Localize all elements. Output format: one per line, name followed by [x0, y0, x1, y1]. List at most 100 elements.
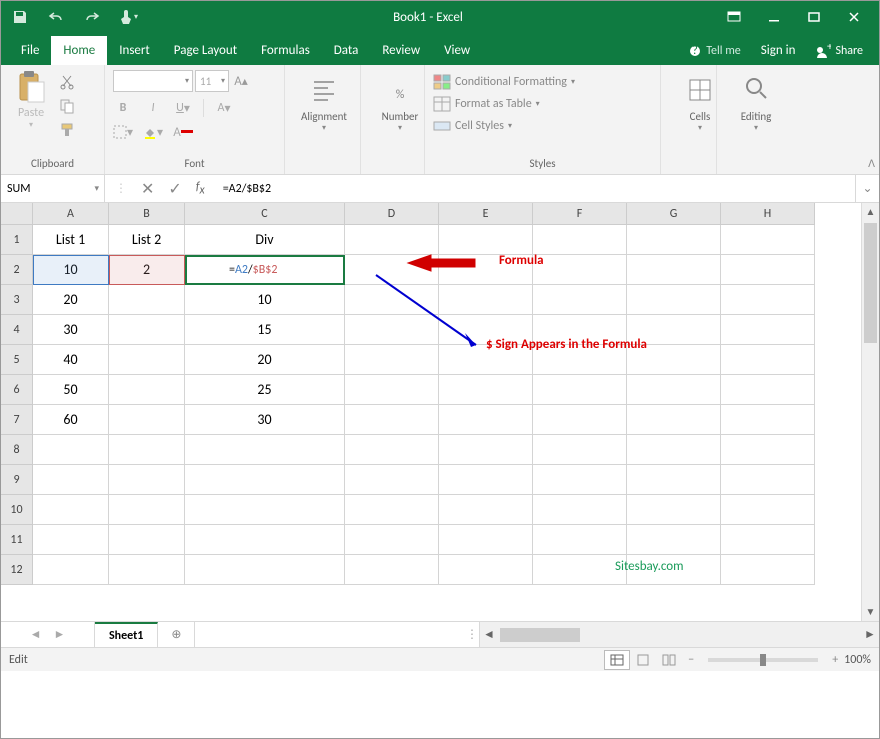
cell[interactable] [109, 345, 185, 375]
copy-icon[interactable] [57, 96, 77, 116]
tab-formulas[interactable]: Formulas [249, 36, 322, 65]
cell[interactable] [533, 465, 627, 495]
cell[interactable] [185, 495, 345, 525]
cell[interactable] [185, 435, 345, 465]
maximize-icon[interactable] [795, 3, 833, 31]
cell[interactable] [345, 315, 439, 345]
row-header[interactable]: 2 [1, 255, 33, 285]
cell[interactable] [345, 465, 439, 495]
cell[interactable] [721, 555, 815, 585]
cell[interactable] [345, 495, 439, 525]
minimize-icon[interactable] [755, 3, 793, 31]
cell[interactable] [345, 405, 439, 435]
enter-formula-icon[interactable]: ✓ [168, 179, 181, 199]
cell-C3[interactable]: 10 [185, 285, 345, 315]
cancel-formula-icon[interactable]: ✕ [141, 179, 154, 199]
cell[interactable] [109, 555, 185, 585]
cell[interactable] [627, 405, 721, 435]
cell[interactable] [185, 525, 345, 555]
column-header[interactable]: G [627, 203, 721, 225]
border-icon[interactable]: ▾ [113, 122, 133, 142]
cell[interactable] [33, 465, 109, 495]
new-sheet-icon[interactable]: ⊕ [158, 622, 194, 647]
expand-formula-bar-icon[interactable]: ⌄ [855, 175, 879, 202]
zoom-slider[interactable] [708, 658, 818, 662]
cell[interactable] [721, 225, 815, 255]
cell[interactable] [33, 555, 109, 585]
cell[interactable] [627, 465, 721, 495]
tab-file[interactable]: File [9, 36, 51, 65]
column-header[interactable]: C [185, 203, 345, 225]
zoom-in-icon[interactable]: + [832, 653, 838, 667]
bold-button[interactable]: B [113, 98, 133, 118]
column-header[interactable]: A [33, 203, 109, 225]
format-as-table-button[interactable]: Format as Table▾ [433, 96, 652, 112]
cell[interactable] [109, 465, 185, 495]
name-box[interactable]: SUM [1, 175, 105, 202]
fill-color-icon[interactable]: ▾ [143, 122, 163, 142]
row-header[interactable]: 8 [1, 435, 33, 465]
cell[interactable] [33, 435, 109, 465]
tab-view[interactable]: View [432, 36, 482, 65]
cell-A1[interactable]: List 1 [33, 225, 109, 255]
cell[interactable] [533, 405, 627, 435]
cell-C1[interactable]: Div [185, 225, 345, 255]
cell[interactable] [345, 525, 439, 555]
cell[interactable] [627, 285, 721, 315]
touch-mode-icon[interactable]: ▾ [115, 4, 141, 30]
normal-view-icon[interactable] [604, 650, 630, 670]
tab-home[interactable]: Home [51, 36, 107, 65]
select-all-triangle[interactable] [1, 203, 33, 225]
cell[interactable] [109, 315, 185, 345]
paste-button[interactable]: Paste ▾ [9, 70, 53, 140]
cell-B2[interactable]: 2 [109, 255, 185, 285]
row-header[interactable]: 12 [1, 555, 33, 585]
cell[interactable] [721, 435, 815, 465]
cell-A6[interactable]: 50 [33, 375, 109, 405]
cell[interactable] [109, 435, 185, 465]
column-header[interactable]: E [439, 203, 533, 225]
cell[interactable] [33, 495, 109, 525]
cell[interactable] [721, 525, 815, 555]
scroll-down-icon[interactable]: ▼ [862, 603, 879, 621]
cell[interactable] [345, 345, 439, 375]
cell[interactable] [627, 435, 721, 465]
cell[interactable] [533, 555, 627, 585]
cell[interactable] [439, 525, 533, 555]
cell[interactable] [439, 285, 533, 315]
cell-styles-button[interactable]: Cell Styles▾ [433, 118, 652, 134]
cell-C7[interactable]: 30 [185, 405, 345, 435]
collapse-ribbon-icon[interactable]: ᐱ [868, 157, 875, 170]
column-header[interactable]: B [109, 203, 185, 225]
cell[interactable] [109, 285, 185, 315]
cell[interactable] [345, 255, 439, 285]
close-icon[interactable] [835, 3, 873, 31]
row-header[interactable]: 4 [1, 315, 33, 345]
row-header[interactable]: 10 [1, 495, 33, 525]
zoom-out-icon[interactable]: − [688, 653, 694, 667]
sheet-nav-prev-icon[interactable]: ◄ [30, 627, 42, 642]
share-button[interactable]: +Share [805, 37, 873, 65]
row-header[interactable]: 6 [1, 375, 33, 405]
cell[interactable] [627, 225, 721, 255]
underline-button[interactable]: U▾ [173, 98, 193, 118]
cell-C4[interactable]: 15 [185, 315, 345, 345]
font-color-icon[interactable]: A [173, 122, 193, 142]
increase-font-icon[interactable]: A▴ [231, 71, 251, 91]
cell[interactable] [533, 495, 627, 525]
cell-B1[interactable]: List 2 [109, 225, 185, 255]
sign-in-button[interactable]: Sign in [751, 36, 806, 65]
tab-data[interactable]: Data [322, 36, 371, 65]
cell[interactable] [185, 465, 345, 495]
cell[interactable] [721, 285, 815, 315]
cell-A4[interactable]: 30 [33, 315, 109, 345]
cell-C2[interactable]: =A2/$B$2 [185, 255, 345, 285]
row-header[interactable]: 7 [1, 405, 33, 435]
alignment-button[interactable]: Alignment▾ [293, 70, 355, 133]
cell[interactable] [109, 525, 185, 555]
cell[interactable] [439, 495, 533, 525]
cell[interactable] [721, 315, 815, 345]
column-header[interactable]: F [533, 203, 627, 225]
row-header[interactable]: 5 [1, 345, 33, 375]
cell[interactable] [345, 375, 439, 405]
